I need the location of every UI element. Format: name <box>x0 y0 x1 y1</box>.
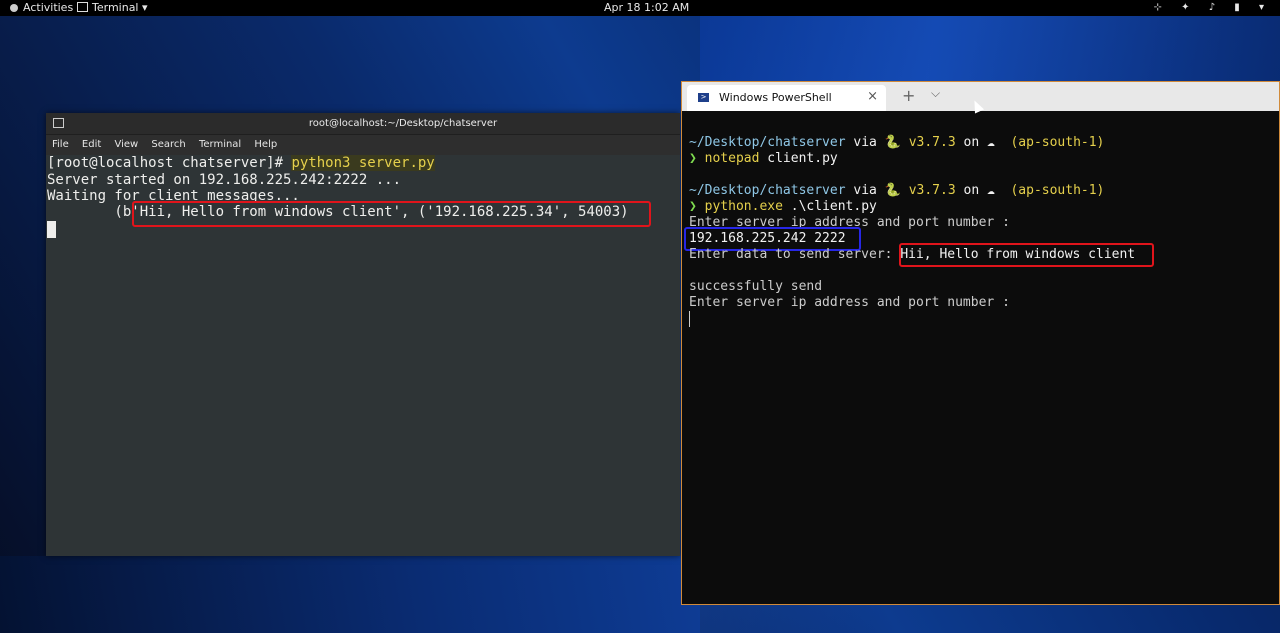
ps-prompt-line-1: ~/Desktop/chatserver via 🐍 v3.7.3 on ☁ (… <box>689 135 1105 150</box>
menu-view[interactable]: View <box>114 139 138 150</box>
ps-prompt-line-2: ~/Desktop/chatserver via 🐍 v3.7.3 on ☁ (… <box>689 183 1105 198</box>
menu-file[interactable]: File <box>52 139 69 150</box>
sent-message-highlight <box>899 243 1154 267</box>
ps-success-line: successfully send <box>689 279 823 294</box>
terminal-window-icon[interactable] <box>53 118 64 128</box>
gnome-top-bar: Activities Terminal ▾ Apr 18 1:02 AM ⊹ ✦… <box>0 0 1280 16</box>
ps-cmd-line-1: ❯ notepad client.py <box>689 151 838 166</box>
menu-help[interactable]: Help <box>254 139 277 150</box>
python-icon: 🐍 <box>884 183 901 198</box>
ps-cmd-line-2: ❯ python.exe .\client.py <box>689 199 877 214</box>
window-title: root@localhost:~/Desktop/chatserver <box>308 118 498 129</box>
terminal-line-prompt: [root@localhost chatserver]# python3 ser… <box>47 155 435 171</box>
powershell-output[interactable]: ~/Desktop/chatserver via 🐍 v3.7.3 on ☁ (… <box>682 111 1279 604</box>
gnome-terminal-menubar: File Edit View Search Terminal Help <box>46 135 680 155</box>
prompt-arrow-icon: ❯ <box>689 151 705 166</box>
terminal-line-started: Server started on 192.168.225.242:2222 .… <box>47 172 402 188</box>
menu-terminal[interactable]: Terminal <box>199 139 241 150</box>
cloud-icon: ☁ <box>986 135 995 150</box>
received-message-highlight <box>132 201 651 227</box>
terminal-app-icon <box>77 2 88 12</box>
gnome-terminal-titlebar[interactable]: root@localhost:~/Desktop/chatserver <box>46 113 680 135</box>
close-tab-icon[interactable]: × <box>867 89 878 104</box>
system-tray[interactable]: ⊹ ✦ ♪ ▮ ▾ <box>1154 1 1272 15</box>
python-icon: 🐍 <box>884 135 901 150</box>
tab-windows-powershell[interactable]: > Windows PowerShell × <box>687 85 886 111</box>
activities-button[interactable]: Activities <box>10 1 73 15</box>
shell-prompt: [root@localhost chatserver]# <box>47 155 292 171</box>
terminal-cursor <box>47 221 56 238</box>
prompt-arrow-icon: ❯ <box>689 199 705 214</box>
tab-label: Windows PowerShell <box>719 91 832 104</box>
powershell-cursor <box>689 311 690 327</box>
app-menu-button[interactable]: Terminal ▾ <box>77 1 148 15</box>
activities-icon <box>10 4 18 12</box>
powershell-window[interactable]: > Windows PowerShell × + ⌵ ~/Desktop/cha… <box>681 81 1280 605</box>
clock[interactable]: Apr 18 1:02 AM <box>604 1 689 15</box>
cloud-icon: ☁ <box>986 183 995 198</box>
powershell-icon: > <box>698 93 709 102</box>
gnome-terminal-output[interactable]: [root@localhost chatserver]# python3 ser… <box>46 155 680 556</box>
shell-command: python3 server.py <box>291 155 435 171</box>
powershell-tabbar: > Windows PowerShell × + ⌵ <box>682 82 1279 114</box>
menu-search[interactable]: Search <box>151 139 185 150</box>
chevron-down-icon[interactable]: ⌵ <box>931 86 940 101</box>
menu-edit[interactable]: Edit <box>82 139 101 150</box>
gnome-terminal-window[interactable]: root@localhost:~/Desktop/chatserver File… <box>46 113 680 556</box>
ps-enter-ip-again-line: Enter server ip address and port number … <box>689 295 1010 310</box>
new-tab-button[interactable]: + <box>902 86 915 105</box>
